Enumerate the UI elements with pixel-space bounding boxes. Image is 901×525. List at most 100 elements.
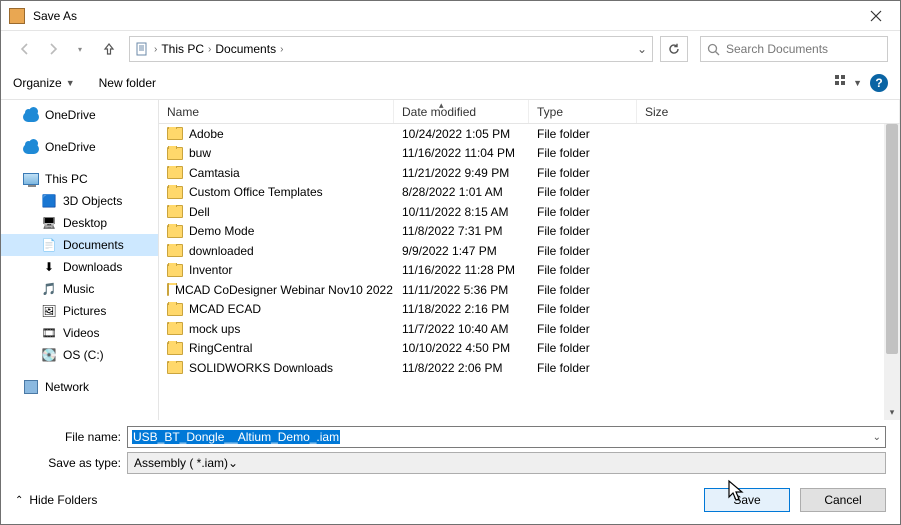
sidebar-item-3d-objects[interactable]: 🟦3D Objects xyxy=(1,190,158,212)
savetype-combo[interactable]: Assembly ( *.iam) ⌄ xyxy=(127,452,886,474)
file-date: 8/28/2022 1:01 AM xyxy=(394,185,529,199)
col-date[interactable]: Date modified xyxy=(394,100,529,123)
forward-button[interactable] xyxy=(41,37,65,61)
crumb-documents[interactable]: Documents xyxy=(215,42,276,56)
sidebar-label: This PC xyxy=(45,172,88,186)
folder-icon xyxy=(167,244,183,257)
sidebar-item-music[interactable]: 🎵Music xyxy=(1,278,158,300)
sidebar-item-downloads[interactable]: ⬇Downloads xyxy=(1,256,158,278)
sidebar-label: Documents xyxy=(63,238,124,252)
new-folder-button[interactable]: New folder xyxy=(99,76,156,90)
folder-icon xyxy=(167,147,183,160)
folder-icon xyxy=(167,186,183,199)
sidebar-label: Music xyxy=(63,282,94,296)
save-as-dialog: Save As ▾ › This PC › Documents › ⌄ xyxy=(0,0,901,525)
col-type[interactable]: Type xyxy=(529,100,637,123)
file-date: 11/7/2022 10:40 AM xyxy=(394,322,529,336)
sidebar-label: OneDrive xyxy=(45,108,96,122)
filename-label: File name: xyxy=(15,430,127,444)
folder-icon xyxy=(167,127,183,140)
search-icon xyxy=(707,43,720,56)
filename-value: USB_BT_Dongle__Altium_Demo_.iam xyxy=(132,430,340,444)
new-folder-label: New folder xyxy=(99,76,156,90)
table-row[interactable]: downloaded9/9/2022 1:47 PMFile folder xyxy=(159,241,900,261)
folder-icon xyxy=(167,361,183,374)
file-list[interactable]: Adobe10/24/2022 1:05 PMFile folderbuw11/… xyxy=(159,124,900,420)
back-button[interactable] xyxy=(13,37,37,61)
forward-arrow-icon xyxy=(46,42,60,56)
file-name: Camtasia xyxy=(189,166,240,180)
table-row[interactable]: SOLIDWORKS Downloads11/8/2022 2:06 PMFil… xyxy=(159,358,900,378)
sidebar-item-thispc[interactable]: This PC xyxy=(1,168,158,190)
file-type: File folder xyxy=(529,146,637,160)
cancel-button[interactable]: Cancel xyxy=(800,488,886,512)
table-row[interactable]: Custom Office Templates8/28/2022 1:01 AM… xyxy=(159,183,900,203)
address-bar[interactable]: › This PC › Documents › ⌄ xyxy=(129,36,653,62)
savetype-value: Assembly ( *.iam) xyxy=(134,456,228,470)
folder-icon xyxy=(167,303,183,316)
search-input[interactable]: Search Documents xyxy=(700,36,888,62)
table-row[interactable]: Camtasia11/21/2022 9:49 PMFile folder xyxy=(159,163,900,183)
file-name: mock ups xyxy=(189,322,240,336)
table-row[interactable]: buw11/16/2022 11:04 PMFile folder xyxy=(159,144,900,164)
refresh-button[interactable] xyxy=(660,36,688,62)
organize-button[interactable]: Organize ▼ xyxy=(13,76,75,90)
scrollbar-down-button[interactable]: ▾ xyxy=(884,404,900,420)
sidebar-item-pictures[interactable]: 🖼Pictures xyxy=(1,300,158,322)
hide-folders-button[interactable]: ⌃ Hide Folders xyxy=(15,493,97,507)
close-button[interactable] xyxy=(853,1,898,31)
save-button[interactable]: Save xyxy=(704,488,790,512)
address-dropdown-button[interactable]: ⌄ xyxy=(632,42,652,56)
table-row[interactable]: Demo Mode11/8/2022 7:31 PMFile folder xyxy=(159,222,900,242)
file-pane: Name Date modified Type Size ▴ Adobe10/2… xyxy=(159,100,900,420)
table-row[interactable]: Adobe10/24/2022 1:05 PMFile folder xyxy=(159,124,900,144)
table-row[interactable]: RingCentral10/10/2022 4:50 PMFile folder xyxy=(159,339,900,359)
table-row[interactable]: MCAD CoDesigner Webinar Nov10 2022 ...11… xyxy=(159,280,900,300)
chevron-down-icon[interactable]: ⌄ xyxy=(228,456,238,470)
up-button[interactable] xyxy=(97,37,121,61)
col-size[interactable]: Size xyxy=(637,100,900,123)
chevron-down-icon[interactable]: ⌄ xyxy=(873,432,881,443)
table-row[interactable]: mock ups11/7/2022 10:40 AMFile folder xyxy=(159,319,900,339)
sidebar-item-onedrive[interactable]: OneDrive xyxy=(1,104,158,126)
crumb-thispc[interactable]: This PC xyxy=(161,42,204,56)
sidebar-item-onedrive[interactable]: OneDrive xyxy=(1,136,158,158)
crumb-sep-icon: › xyxy=(280,44,283,55)
table-row[interactable]: Dell10/11/2022 8:15 AMFile folder xyxy=(159,202,900,222)
folder-type-icon: 🟦 xyxy=(41,193,57,209)
scrollbar-thumb[interactable] xyxy=(886,124,898,354)
help-button[interactable]: ? xyxy=(870,74,888,92)
sidebar-item-desktop[interactable]: 🖥Desktop xyxy=(1,212,158,234)
file-name: MCAD CoDesigner Webinar Nov10 2022 ... xyxy=(175,283,394,297)
folder-type-icon: 💽 xyxy=(41,347,57,363)
scrollbar[interactable]: ▾ xyxy=(884,124,900,420)
cloud-icon xyxy=(23,139,39,155)
sidebar-item-documents[interactable]: 📄 Documents xyxy=(1,234,158,256)
file-type: File folder xyxy=(529,224,637,238)
view-options-button[interactable]: ▼ xyxy=(835,75,862,91)
file-type: File folder xyxy=(529,361,637,375)
file-type: File folder xyxy=(529,244,637,258)
sidebar-item-os-c-[interactable]: 💽OS (C:) xyxy=(1,344,158,366)
folder-type-icon: 📄 xyxy=(41,237,57,253)
navbar: ▾ › This PC › Documents › ⌄ Search Docum… xyxy=(1,31,900,67)
table-row[interactable]: MCAD ECAD11/18/2022 2:16 PMFile folder xyxy=(159,300,900,320)
chevron-down-icon: ▾ xyxy=(890,407,895,418)
table-row[interactable]: Inventor11/16/2022 11:28 PMFile folder xyxy=(159,261,900,281)
file-type: File folder xyxy=(529,263,637,277)
folder-type-icon: 🖼 xyxy=(41,303,57,319)
toolbar: Organize ▼ New folder ▼ ? xyxy=(1,67,900,99)
file-date: 11/8/2022 2:06 PM xyxy=(394,361,529,375)
sidebar-item-videos[interactable]: 🎞Videos xyxy=(1,322,158,344)
file-date: 11/21/2022 9:49 PM xyxy=(394,166,529,180)
chevron-down-icon: ▼ xyxy=(853,78,862,88)
col-name[interactable]: Name xyxy=(159,100,394,123)
network-icon xyxy=(23,379,39,395)
file-name: MCAD ECAD xyxy=(189,302,261,316)
file-date: 11/16/2022 11:28 PM xyxy=(394,263,529,277)
folder-icon xyxy=(167,322,183,335)
folder-type-icon: 🖥 xyxy=(41,215,57,231)
recent-locations-button[interactable]: ▾ xyxy=(69,37,93,61)
sidebar-item-network[interactable]: Network xyxy=(1,376,158,398)
filename-input[interactable]: USB_BT_Dongle__Altium_Demo_.iam ⌄ xyxy=(127,426,886,448)
